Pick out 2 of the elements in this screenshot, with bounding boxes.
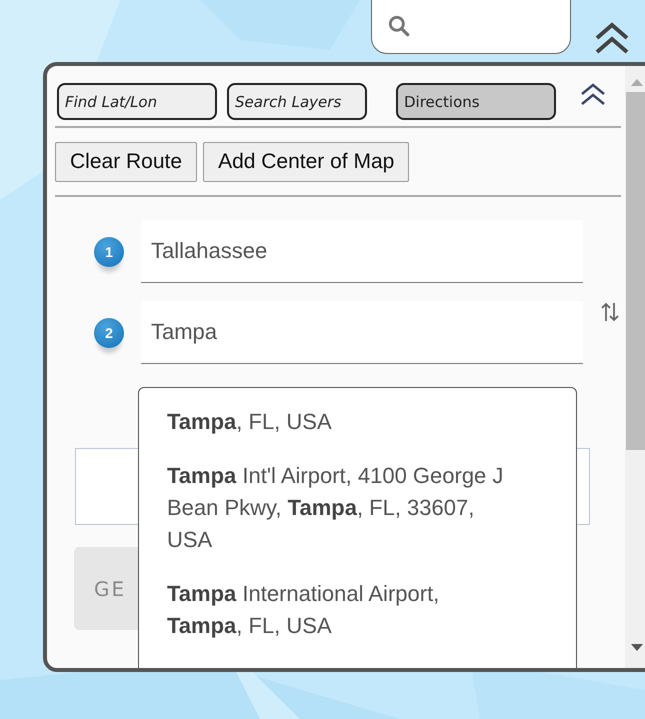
stop-number: 2: [94, 318, 124, 348]
stop-number: 1: [94, 236, 124, 266]
